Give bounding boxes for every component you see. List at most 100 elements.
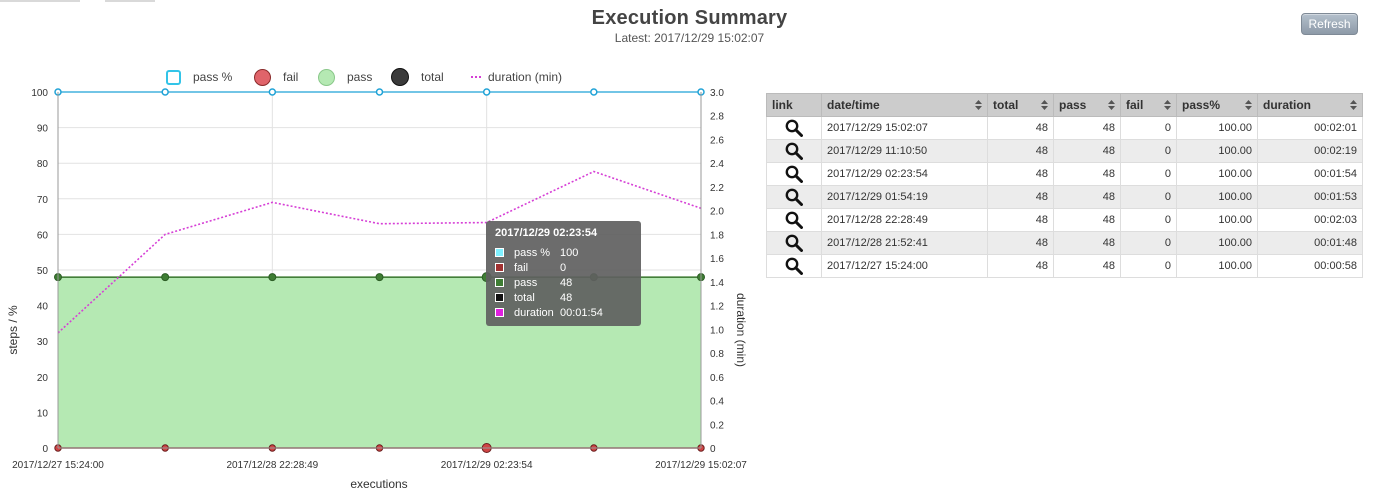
tooltip-row: pass 48 (495, 275, 632, 290)
link-cell[interactable] (766, 139, 822, 163)
column-header-link[interactable]: link (766, 93, 822, 117)
fail-cell: 0 (1120, 162, 1177, 186)
pass-pct-cell: 100.00 (1176, 116, 1258, 140)
datetime-cell: 2017/12/29 02:23:54 (821, 162, 988, 186)
pass-pct-point (268, 88, 277, 96)
link-cell[interactable] (766, 116, 822, 140)
chart-plot-svg: 0 10 20 30 40 50 60 70 80 90 100 0 0.2 0.4 0.6 0.8 1.0 1.… (6, 88, 748, 491)
sort-icon[interactable] (1164, 100, 1171, 110)
y-axis-title: steps / % (6, 305, 20, 355)
y2-tick-label: 0.4 (710, 397, 724, 408)
x-tick-label: 2017/12/29 15:02:07 (655, 460, 747, 471)
y2-tick-label: 1.8 (710, 230, 724, 241)
y2-tick-label: 0.2 (710, 420, 724, 431)
tooltip-swatch-pass-pct (495, 248, 504, 257)
column-header-duration[interactable]: duration (1257, 93, 1363, 117)
link-cell[interactable] (766, 185, 822, 209)
page-header: Execution Summary Latest: 2017/12/29 15:… (0, 7, 1379, 45)
link-cell[interactable] (766, 231, 822, 255)
pass-pct-point (161, 88, 169, 96)
total-cell: 48 (987, 208, 1054, 232)
sort-icon[interactable] (1041, 100, 1048, 110)
magnifier-icon[interactable] (785, 211, 803, 229)
fail-cell: 0 (1120, 139, 1177, 163)
x-tick-label: 2017/12/29 02:23:54 (441, 460, 533, 471)
pass-pct-point (375, 88, 384, 96)
tooltip-row: duration 00:01:54 (495, 305, 632, 320)
tooltip-row: pass % 100 (495, 245, 632, 260)
magnifier-icon[interactable] (785, 165, 803, 183)
tooltip-value: 48 (560, 276, 573, 289)
fail-cell: 0 (1120, 185, 1177, 209)
column-header-label: date/time (827, 98, 880, 112)
pass-pct-cell: 100.00 (1176, 185, 1258, 209)
datetime-cell: 2017/12/28 22:28:49 (821, 208, 988, 232)
pass-cell: 48 (1053, 139, 1121, 163)
total-cell: 48 (987, 231, 1054, 255)
link-cell[interactable] (766, 162, 822, 186)
magnifier-icon[interactable] (785, 234, 803, 252)
pass-cell: 48 (1053, 116, 1121, 140)
table-row: 2017/12/27 15:24:00 48 48 0 100.00 00:00:58 (766, 254, 1363, 278)
tooltip-label: total (514, 291, 535, 304)
y2-tick-label: 3.0 (710, 88, 724, 99)
latest-timestamp: Latest: 2017/12/29 15:02:07 (614, 31, 765, 45)
link-cell[interactable] (766, 208, 822, 232)
tooltip-title: 2017/12/29 02:23:54 (495, 227, 598, 239)
y2-tick-label: 1.2 (710, 302, 724, 313)
y2-tick-label: 0.6 (710, 373, 724, 384)
fail-cell: 0 (1120, 231, 1177, 255)
magnifier-icon[interactable] (785, 142, 803, 160)
sort-icon[interactable] (1108, 100, 1115, 110)
total-cell: 48 (987, 139, 1054, 163)
link-cell[interactable] (766, 254, 822, 278)
pass-pct-cell: 100.00 (1176, 254, 1258, 278)
column-header-label: pass (1059, 98, 1087, 112)
total-cell: 48 (987, 185, 1054, 209)
fail-cell: 0 (1120, 116, 1177, 140)
sort-icon[interactable] (1245, 100, 1252, 110)
y2-tick-label: 2.2 (710, 183, 724, 194)
tooltip-label: pass (514, 276, 538, 289)
tooltip-swatch-pass (495, 278, 504, 287)
column-header-pass[interactable]: pass (1053, 93, 1121, 117)
table-row: 2017/12/29 11:10:50 48 48 0 100.00 00:02:19 (766, 139, 1363, 163)
y-tick-label: 20 (37, 373, 49, 384)
column-header-total[interactable]: total (987, 93, 1054, 117)
tooltip-value: 48 (560, 291, 573, 304)
magnifier-icon[interactable] (785, 119, 803, 137)
magnifier-icon[interactable] (785, 188, 803, 206)
tooltip-value: 100 (560, 246, 579, 259)
sort-icon[interactable] (975, 100, 982, 110)
pass-pct-cell: 100.00 (1176, 139, 1258, 163)
column-header-pass-pct[interactable]: pass% (1176, 93, 1258, 117)
y-tick-label: 10 (37, 408, 49, 419)
y-tick-label: 100 (31, 88, 48, 99)
refresh-button[interactable]: Refresh (1301, 13, 1358, 35)
sort-icon[interactable] (1350, 100, 1357, 110)
y2-tick-label: 2.8 (710, 112, 724, 123)
duration-cell: 00:02:03 (1257, 208, 1363, 232)
pass-pct-point (482, 88, 491, 96)
top-edge-fragment (0, 0, 160, 3)
datetime-cell: 2017/12/27 15:24:00 (821, 254, 988, 278)
column-header-label: total (993, 98, 1019, 112)
magnifier-icon[interactable] (785, 257, 803, 275)
datetime-cell: 2017/12/29 11:10:50 (821, 139, 988, 163)
column-header-datetime[interactable]: date/time (821, 93, 988, 117)
y2-tick-label: 2.4 (710, 159, 724, 170)
x-tick-label: 2017/12/27 15:24:00 (12, 460, 104, 471)
x-axis-title: executions (350, 477, 407, 491)
table-row: 2017/12/28 22:28:49 48 48 0 100.00 00:02:03 (766, 208, 1363, 232)
datetime-cell: 2017/12/29 01:54:19 (821, 185, 988, 209)
duration-cell: 00:01:54 (1257, 162, 1363, 186)
total-cell: 48 (987, 116, 1054, 140)
pass-cell: 48 (1053, 231, 1121, 255)
execution-chart: pass % fail pass total duration (min) 0 1… (0, 60, 760, 497)
page-title: Execution Summary (591, 7, 788, 29)
table-row: 2017/12/28 21:52:41 48 48 0 100.00 00:01:48 (766, 231, 1363, 255)
y-tick-label: 90 (37, 124, 49, 135)
duration-cell: 00:00:58 (1257, 254, 1363, 278)
column-header-fail[interactable]: fail (1120, 93, 1177, 117)
tooltip-value: 0 (560, 261, 567, 274)
